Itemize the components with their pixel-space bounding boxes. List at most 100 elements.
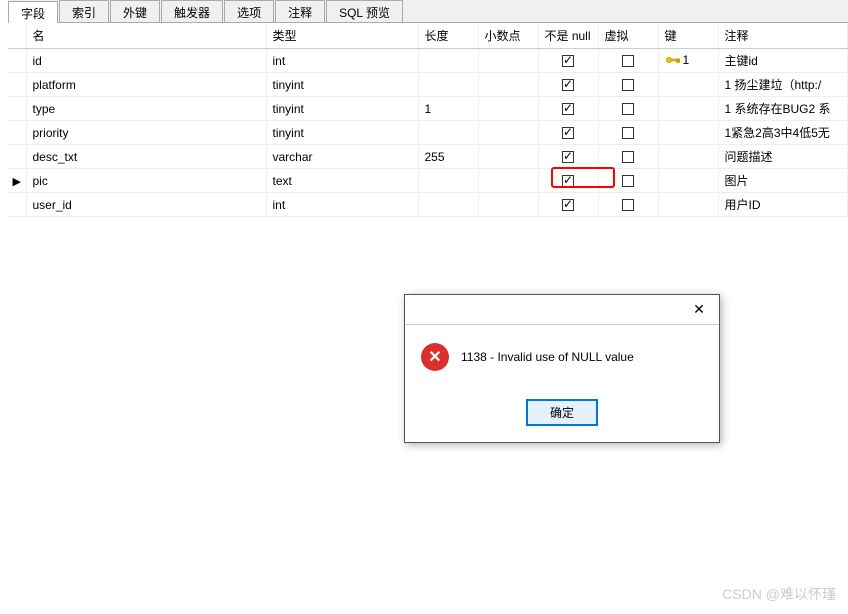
checkbox-icon[interactable] bbox=[622, 55, 634, 67]
field-virtual[interactable] bbox=[598, 145, 658, 169]
error-icon: ✕ bbox=[421, 343, 449, 371]
field-key[interactable] bbox=[658, 73, 718, 97]
col-comment-header[interactable]: 注释 bbox=[718, 23, 848, 49]
field-decimal[interactable] bbox=[478, 73, 538, 97]
field-decimal[interactable] bbox=[478, 193, 538, 217]
table-row[interactable]: ▶pictext图片 bbox=[8, 169, 848, 193]
field-notnull[interactable] bbox=[538, 145, 598, 169]
field-key[interactable] bbox=[658, 193, 718, 217]
field-virtual[interactable] bbox=[598, 121, 658, 145]
field-comment[interactable]: 1 扬尘建垃（http:/ bbox=[718, 73, 848, 97]
ok-button[interactable]: 确定 bbox=[526, 399, 598, 426]
col-type-header[interactable]: 类型 bbox=[266, 23, 418, 49]
tab-6[interactable]: SQL 预览 bbox=[326, 0, 403, 22]
tab-bar: 字段索引外键触发器选项注释SQL 预览 bbox=[8, 0, 848, 23]
col-notnull-header[interactable]: 不是 null bbox=[538, 23, 598, 49]
field-comment[interactable]: 问题描述 bbox=[718, 145, 848, 169]
field-virtual[interactable] bbox=[598, 169, 658, 193]
tab-3[interactable]: 触发器 bbox=[161, 0, 223, 22]
field-type[interactable]: tinyint bbox=[266, 121, 418, 145]
checkbox-icon[interactable] bbox=[622, 79, 634, 91]
field-name[interactable]: type bbox=[26, 97, 266, 121]
field-virtual[interactable] bbox=[598, 193, 658, 217]
table-row[interactable]: platformtinyint 1 扬尘建垃（http:/ bbox=[8, 73, 848, 97]
checkbox-icon[interactable] bbox=[562, 175, 574, 187]
field-length[interactable] bbox=[418, 169, 478, 193]
field-name[interactable]: user_id bbox=[26, 193, 266, 217]
checkbox-icon[interactable] bbox=[562, 199, 574, 211]
field-type[interactable]: varchar bbox=[266, 145, 418, 169]
field-type[interactable]: text bbox=[266, 169, 418, 193]
field-comment[interactable]: 主键id bbox=[718, 49, 848, 73]
table-row[interactable]: typetinyint1 1 系统存在BUG2 系 bbox=[8, 97, 848, 121]
field-notnull[interactable] bbox=[538, 193, 598, 217]
field-decimal[interactable] bbox=[478, 121, 538, 145]
field-comment[interactable]: 1紧急2高3中4低5无 bbox=[718, 121, 848, 145]
checkbox-icon[interactable] bbox=[562, 103, 574, 115]
checkbox-icon[interactable] bbox=[622, 151, 634, 163]
field-notnull[interactable] bbox=[538, 169, 598, 193]
dialog-message: 1138 - Invalid use of NULL value bbox=[461, 350, 634, 364]
tab-0[interactable]: 字段 bbox=[8, 1, 58, 23]
table-row[interactable]: user_idint 用户ID bbox=[8, 193, 848, 217]
checkbox-icon[interactable] bbox=[622, 127, 634, 139]
field-key[interactable] bbox=[658, 121, 718, 145]
field-name[interactable]: desc_txt bbox=[26, 145, 266, 169]
field-decimal[interactable] bbox=[478, 169, 538, 193]
col-decimal-header[interactable]: 小数点 bbox=[478, 23, 538, 49]
table-row[interactable]: prioritytinyint 1紧急2高3中4低5无 bbox=[8, 121, 848, 145]
field-name[interactable]: pic bbox=[26, 169, 266, 193]
field-virtual[interactable] bbox=[598, 73, 658, 97]
close-icon[interactable]: ✕ bbox=[679, 296, 719, 324]
table-row[interactable]: idint 1主键id bbox=[8, 49, 848, 73]
checkbox-icon[interactable] bbox=[622, 103, 634, 115]
field-length[interactable] bbox=[418, 49, 478, 73]
checkbox-icon[interactable] bbox=[562, 55, 574, 67]
field-comment[interactable]: 1 系统存在BUG2 系 bbox=[718, 97, 848, 121]
field-decimal[interactable] bbox=[478, 145, 538, 169]
col-length-header[interactable]: 长度 bbox=[418, 23, 478, 49]
field-length[interactable] bbox=[418, 193, 478, 217]
table-container: 名 类型 长度 小数点 不是 null 虚拟 键 注释 idint1主键idpl… bbox=[8, 23, 848, 217]
field-name[interactable]: platform bbox=[26, 73, 266, 97]
tab-5[interactable]: 注释 bbox=[275, 0, 325, 22]
checkbox-icon[interactable] bbox=[622, 175, 634, 187]
field-decimal[interactable] bbox=[478, 49, 538, 73]
field-length[interactable] bbox=[418, 73, 478, 97]
tab-2[interactable]: 外键 bbox=[110, 0, 160, 22]
checkbox-icon[interactable] bbox=[562, 127, 574, 139]
field-notnull[interactable] bbox=[538, 73, 598, 97]
col-key-header[interactable]: 键 bbox=[658, 23, 718, 49]
field-virtual[interactable] bbox=[598, 97, 658, 121]
field-notnull[interactable] bbox=[538, 121, 598, 145]
col-virtual-header[interactable]: 虚拟 bbox=[598, 23, 658, 49]
table-row[interactable]: desc_txtvarchar255 问题描述 bbox=[8, 145, 848, 169]
field-type[interactable]: int bbox=[266, 193, 418, 217]
field-key[interactable]: 1 bbox=[658, 49, 718, 73]
field-length[interactable]: 255 bbox=[418, 145, 478, 169]
row-marker bbox=[8, 145, 26, 169]
field-type[interactable]: tinyint bbox=[266, 97, 418, 121]
field-name[interactable]: id bbox=[26, 49, 266, 73]
field-decimal[interactable] bbox=[478, 97, 538, 121]
field-virtual[interactable] bbox=[598, 49, 658, 73]
field-type[interactable]: tinyint bbox=[266, 73, 418, 97]
field-key[interactable] bbox=[658, 97, 718, 121]
tab-1[interactable]: 索引 bbox=[59, 0, 109, 22]
field-length[interactable]: 1 bbox=[418, 97, 478, 121]
field-length[interactable] bbox=[418, 121, 478, 145]
field-comment[interactable]: 用户ID bbox=[718, 193, 848, 217]
checkbox-icon[interactable] bbox=[622, 199, 634, 211]
tab-4[interactable]: 选项 bbox=[224, 0, 274, 22]
col-name-header[interactable]: 名 bbox=[26, 23, 266, 49]
field-name[interactable]: priority bbox=[26, 121, 266, 145]
col-marker-header[interactable] bbox=[8, 23, 26, 49]
field-notnull[interactable] bbox=[538, 97, 598, 121]
field-notnull[interactable] bbox=[538, 49, 598, 73]
field-key[interactable] bbox=[658, 169, 718, 193]
field-comment[interactable]: 图片 bbox=[718, 169, 848, 193]
field-type[interactable]: int bbox=[266, 49, 418, 73]
checkbox-icon[interactable] bbox=[562, 79, 574, 91]
checkbox-icon[interactable] bbox=[562, 151, 574, 163]
field-key[interactable] bbox=[658, 145, 718, 169]
